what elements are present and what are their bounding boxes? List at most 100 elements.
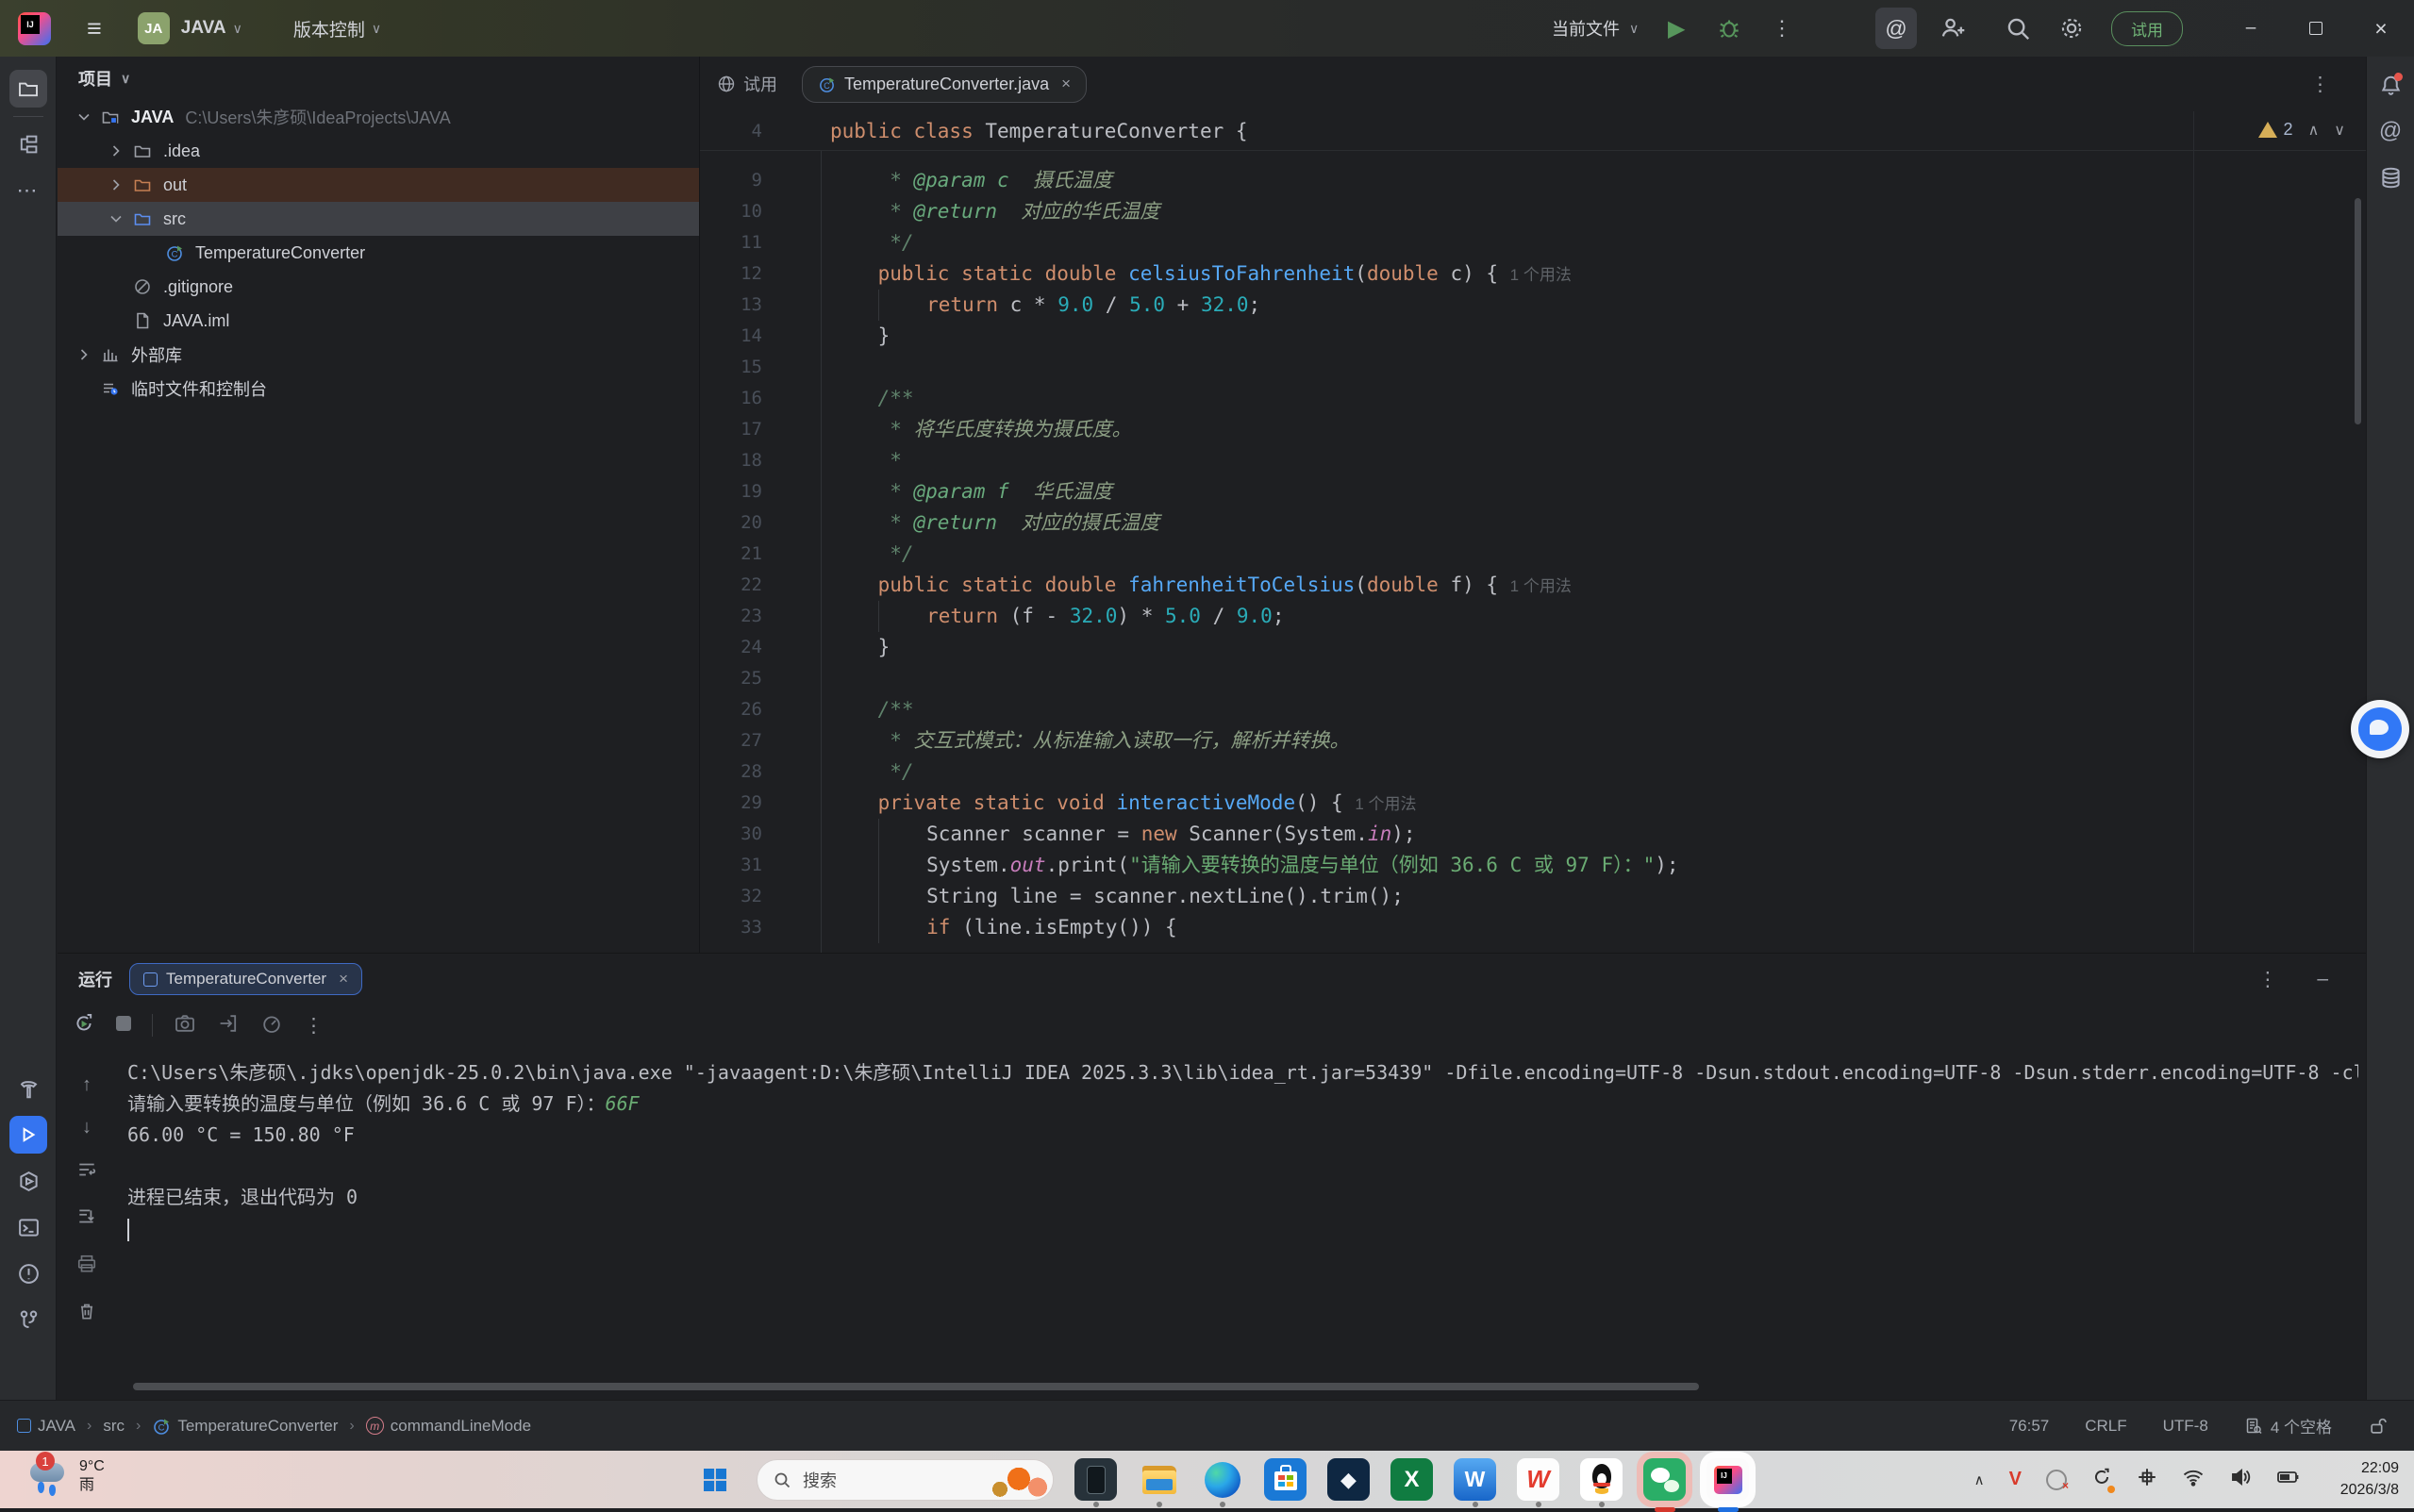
run-widget[interactable]: 当前文件 ∨ <box>1552 0 1639 57</box>
more-actions-button[interactable]: ⋮ <box>1772 0 1792 57</box>
inspections-widget[interactable]: 2 ∧ ∨ <box>2258 120 2345 140</box>
terminal-tool-button[interactable] <box>9 1208 47 1246</box>
code-line-27[interactable]: 27* 交互式模式：从标准输入读取一行，解析并转换。 <box>700 725 2366 756</box>
taskbar-app-qq[interactable] <box>1580 1458 1623 1501</box>
caret-position[interactable]: 76:57 <box>2009 1417 2050 1436</box>
more-tools-button[interactable]: ⋯ <box>9 172 47 209</box>
code-line-32[interactable]: 32String line = scanner.nextLine().trim(… <box>700 881 2366 912</box>
taskbar-app-word-blue[interactable]: W <box>1454 1458 1496 1501</box>
code-line-17[interactable]: 17* 将华氏度转换为摄氏度。 <box>700 414 2366 445</box>
hidden-icons-chevron[interactable]: ∧ <box>1974 1471 1985 1488</box>
taskbar-app-wechat[interactable] <box>1643 1458 1686 1501</box>
maximize-button[interactable] <box>2294 0 2338 57</box>
unlock-icon[interactable] <box>2368 1416 2388 1436</box>
tray-crosshair-icon[interactable] <box>2137 1467 2157 1492</box>
taskbar-app-intellij-idea[interactable]: IJ <box>1706 1458 1749 1501</box>
battery-icon[interactable] <box>2276 1466 2301 1493</box>
code-line-23[interactable]: 23return (f - 32.0) * 5.0 / 9.0; <box>700 601 2366 632</box>
tree-item-外部库[interactable]: 外部库 <box>58 338 699 372</box>
breadcrumb-java[interactable]: JAVA <box>17 1417 75 1436</box>
memory-snapshot-button[interactable] <box>174 1012 196 1039</box>
floating-assistant-button[interactable] <box>2351 700 2409 758</box>
run-tool-button[interactable] <box>9 1116 47 1154</box>
project-avatar[interactable]: JA <box>138 12 170 44</box>
code-line-13[interactable]: 13return c * 9.0 / 5.0 + 32.0; <box>700 290 2366 321</box>
console-horizontal-scrollbar[interactable] <box>133 1383 1699 1390</box>
project-tool-button[interactable] <box>9 70 47 108</box>
commit-tool-button[interactable] <box>9 125 47 163</box>
code-line-12[interactable]: 12public static double celsiusToFahrenhe… <box>700 258 2366 290</box>
scroll-up-button[interactable]: ↑ <box>82 1074 92 1096</box>
run-button[interactable]: ▶ <box>1668 0 1685 57</box>
weather-widget[interactable]: 1 9°C 雨 <box>28 1455 105 1497</box>
tree-item-out[interactable]: out <box>58 168 699 202</box>
ai-assistant-button[interactable]: @ <box>1875 8 1917 49</box>
next-problem-icon[interactable]: ∨ <box>2334 121 2345 140</box>
code-line-18[interactable]: 18* <box>700 445 2366 476</box>
project-panel-header[interactable]: 项目 ∨ <box>58 57 699 100</box>
chevron-right-icon[interactable] <box>103 175 129 194</box>
code-line-16[interactable]: 16/** <box>700 383 2366 414</box>
services-tool-button[interactable] <box>9 1162 47 1200</box>
settings-button[interactable] <box>2058 0 2085 57</box>
breadcrumb[interactable]: JAVA›src›CTemperatureConverter›mcommandL… <box>17 1417 531 1436</box>
tray-app-v-icon[interactable]: V <box>2009 1469 2022 1490</box>
wifi-icon[interactable] <box>2182 1466 2205 1493</box>
prev-problem-icon[interactable]: ∧ <box>2308 121 2320 140</box>
breadcrumb-commandlinemode[interactable]: mcommandLineMode <box>366 1417 531 1436</box>
tray-sync-icon[interactable] <box>2091 1467 2112 1492</box>
volume-icon[interactable] <box>2229 1466 2252 1493</box>
close-tab-icon[interactable]: × <box>1061 75 1071 93</box>
console-output[interactable]: C:\Users\朱彦硕\.jdks\openjdk-25.0.2\bin\ja… <box>127 1057 2358 1244</box>
tree-item--idea[interactable]: .idea <box>58 134 699 168</box>
taskbar-app-windows-start[interactable] <box>693 1458 736 1501</box>
tab-trial[interactable]: 试用 <box>717 72 777 96</box>
ai-assistant-tool-button[interactable]: @ <box>2372 112 2409 150</box>
code-with-me-button[interactable] <box>1939 0 1965 57</box>
run-tab-temperatureconverter[interactable]: TemperatureConverter × <box>129 963 362 995</box>
breadcrumb-src[interactable]: src <box>103 1417 125 1436</box>
taskbar-app-phone-link[interactable] <box>1074 1458 1117 1501</box>
notifications-button[interactable] <box>2372 66 2409 104</box>
chevron-right-icon[interactable] <box>71 345 97 364</box>
taskbar-clock[interactable]: 22:09 2026/3/8 <box>2340 1457 2399 1501</box>
close-run-tab-icon[interactable]: × <box>339 970 348 989</box>
print-button[interactable] <box>76 1254 97 1280</box>
code-line-10[interactable]: 10* @return 对应的华氏温度 <box>700 196 2366 227</box>
trial-badge[interactable]: 试用 <box>2111 11 2183 46</box>
taskbar-app-file-explorer[interactable] <box>1138 1458 1180 1501</box>
search-everywhere-button[interactable] <box>2005 0 2031 57</box>
build-tool-button[interactable] <box>9 1070 47 1107</box>
debug-button[interactable] <box>1717 0 1741 57</box>
project-selector[interactable]: JAVA ∨ <box>181 18 242 39</box>
code-line-22[interactable]: 22public static double fahrenheitToCelsi… <box>700 570 2366 601</box>
tree-item-src[interactable]: src <box>58 202 699 236</box>
minimize-button[interactable]: – <box>2229 0 2272 57</box>
code-line-28[interactable]: 28*/ <box>700 756 2366 788</box>
code-line-15[interactable]: 15 <box>700 352 2366 383</box>
dump-threads-button[interactable] <box>217 1012 240 1039</box>
editor-area[interactable]: 试用 C TemperatureConverter.java × ⋮ 4 pub… <box>700 57 2366 953</box>
code-line-19[interactable]: 19* @param f 华氏温度 <box>700 476 2366 507</box>
database-tool-button[interactable] <box>2372 158 2409 196</box>
code-line-20[interactable]: 20* @return 对应的摄氏温度 <box>700 507 2366 539</box>
scroll-to-end-button[interactable] <box>76 1206 97 1233</box>
problems-tool-button[interactable] <box>9 1254 47 1292</box>
code-viewport[interactable]: 9* @param c 摄氏温度10* @return 对应的华氏温度11*/1… <box>700 165 2366 943</box>
taskbar-app-wps[interactable]: W <box>1517 1458 1559 1501</box>
toolbar-more-icon[interactable]: ⋮ <box>304 1014 324 1038</box>
code-line-29[interactable]: 29private static void interactiveMode() … <box>700 788 2366 819</box>
profiler-button[interactable] <box>260 1012 283 1039</box>
stop-button[interactable] <box>116 1016 131 1036</box>
tree-item-临时文件和控制台[interactable]: 临时文件和控制台 <box>58 372 699 406</box>
taskbar-app-excel[interactable]: X <box>1390 1458 1433 1501</box>
code-line-26[interactable]: 26/** <box>700 694 2366 725</box>
breadcrumb-temperatureconverter[interactable]: CTemperatureConverter <box>152 1417 338 1436</box>
chevron-right-icon[interactable] <box>103 141 129 160</box>
file-encoding[interactable]: UTF-8 <box>2163 1417 2208 1436</box>
version-control-tool-button[interactable] <box>9 1301 47 1338</box>
tray-disabled-device-icon[interactable]: × <box>2046 1470 2067 1490</box>
code-line-11[interactable]: 11*/ <box>700 227 2366 258</box>
tab-options-icon[interactable]: ⋮ <box>2310 73 2330 96</box>
run-panel-title[interactable]: 运行 <box>78 967 112 991</box>
